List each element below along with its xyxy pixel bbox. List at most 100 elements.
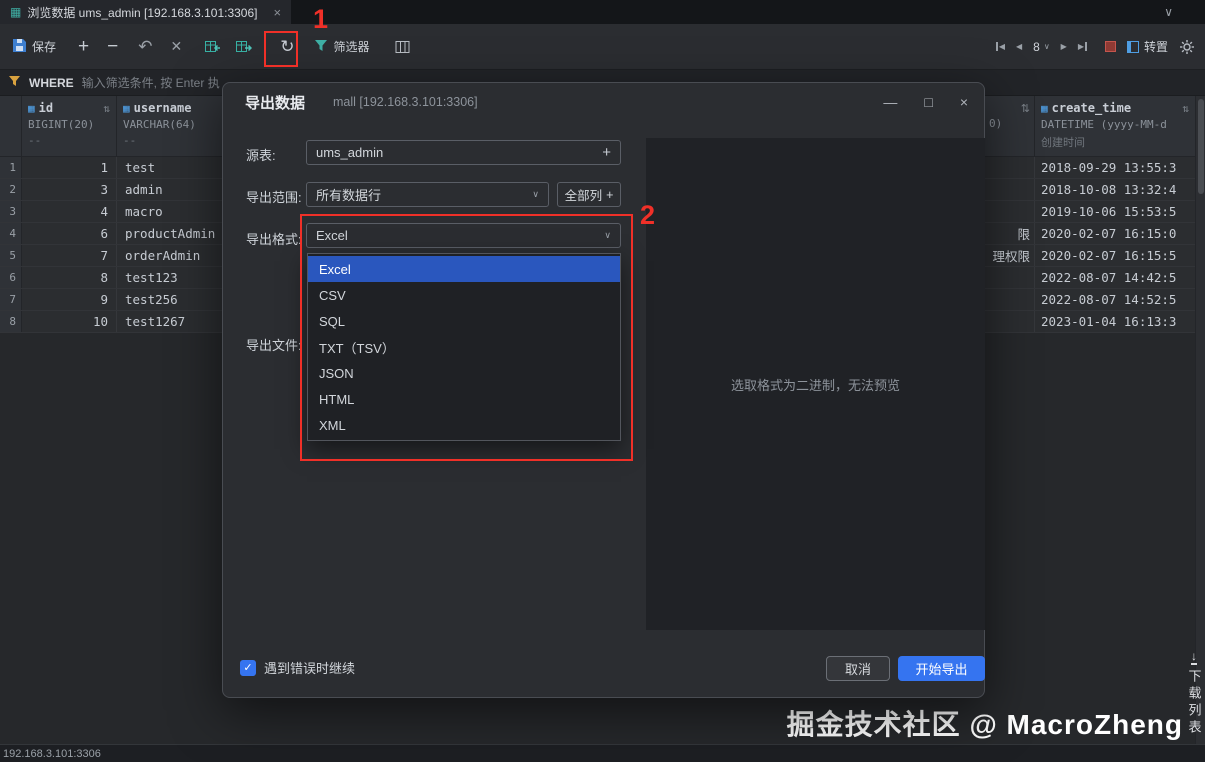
- column-comment: --: [28, 134, 42, 147]
- first-page-icon[interactable]: ◀: [995, 42, 1005, 51]
- where-funnel-icon: [8, 74, 21, 92]
- table-row[interactable]: 2022-08-07 14:52:5: [985, 289, 1195, 311]
- cell-clipped: [985, 289, 1035, 310]
- cell-id[interactable]: 4: [22, 201, 117, 222]
- cell-id[interactable]: 3: [22, 179, 117, 200]
- save-button[interactable]: 保存: [12, 38, 56, 56]
- where-input-placeholder[interactable]: 输入筛选条件, 按 Enter 执: [82, 74, 220, 91]
- dialog-subtitle: mall [192.168.3.101:3306]: [333, 95, 478, 109]
- tab-title: 浏览数据 ums_admin [192.168.3.101:3306]: [27, 5, 258, 20]
- download-icon: ↓: [1191, 649, 1197, 665]
- import-icon[interactable]: [204, 39, 221, 55]
- export-range-value: 所有数据行: [316, 188, 382, 203]
- cell-create-time[interactable]: 2022-08-07 14:42:5: [1035, 267, 1195, 288]
- table-row[interactable]: 2018-09-29 13:55:3: [985, 157, 1195, 179]
- manage-columns-icon[interactable]: [395, 40, 411, 54]
- table-row[interactable]: 限 2020-02-07 16:15:0: [985, 223, 1195, 245]
- dialog-title: 导出数据: [245, 94, 306, 112]
- row-number: 7: [0, 289, 22, 310]
- status-bar: 192.168.3.101:3306: [0, 744, 1205, 762]
- column-header-create-time[interactable]: ▦ create_time ⇅ DATETIME (yyyy-MM-d 创建时间: [1035, 96, 1195, 156]
- export-range-label: 导出范围:: [246, 190, 302, 205]
- continue-on-error-checkbox[interactable]: ✓ 遇到错误时继续: [240, 658, 355, 677]
- settings-gear-icon[interactable]: [1179, 39, 1195, 55]
- last-page-icon[interactable]: ▶: [1078, 42, 1088, 51]
- download-list-tab[interactable]: ↓ 下载列表: [1185, 650, 1203, 737]
- checkbox-checked-icon[interactable]: ✓: [240, 659, 256, 676]
- cell-create-time[interactable]: 2020-02-07 16:15:0: [1035, 223, 1195, 244]
- next-page-icon[interactable]: ▶: [1061, 42, 1067, 51]
- close-icon[interactable]: ×: [960, 94, 968, 110]
- cell-id[interactable]: 8: [22, 267, 117, 288]
- cancel-button[interactable]: 取消: [826, 656, 890, 681]
- maximize-icon[interactable]: □: [924, 94, 932, 110]
- cell-create-time[interactable]: 2022-08-07 14:52:5: [1035, 289, 1195, 310]
- prev-page-icon[interactable]: ◀: [1016, 42, 1022, 51]
- cell-id[interactable]: 1: [22, 157, 117, 178]
- cell-id[interactable]: 9: [22, 289, 117, 310]
- filter-button[interactable]: 筛选器: [314, 38, 369, 55]
- export-range-dropdown[interactable]: 所有数据行 ∨: [306, 182, 549, 207]
- cell-clipped: [985, 179, 1035, 200]
- row-number: 5: [0, 245, 22, 266]
- cell-create-time[interactable]: 2020-02-07 16:15:5: [1035, 245, 1195, 266]
- cell-id[interactable]: 10: [22, 311, 117, 332]
- tab-bar: ▦ 浏览数据 ums_admin [192.168.3.101:3306] × …: [0, 0, 1205, 24]
- row-number: 3: [0, 201, 22, 222]
- column-name: id: [38, 101, 54, 115]
- tab-browse-data[interactable]: ▦ 浏览数据 ums_admin [192.168.3.101:3306] ×: [0, 0, 292, 24]
- cell-create-time[interactable]: 2018-10-08 13:32:4: [1035, 179, 1195, 200]
- dialog-title-bar[interactable]: 导出数据 mall [192.168.3.101:3306] — □ ×: [223, 83, 984, 121]
- vertical-scrollbar[interactable]: [1195, 96, 1205, 744]
- column-header-id[interactable]: ▦ id ⇅ BIGINT(20) --: [22, 96, 117, 157]
- column-type: DATETIME (yyyy-MM-d: [1041, 118, 1167, 131]
- filter-label: 筛选器: [333, 40, 370, 54]
- app-window: ▦ 浏览数据 ums_admin [192.168.3.101:3306] × …: [0, 0, 1205, 762]
- minimize-icon[interactable]: —: [883, 94, 897, 110]
- table-row[interactable]: 2019-10-06 15:53:5: [985, 201, 1195, 223]
- undo-icon[interactable]: ↶: [138, 37, 152, 57]
- preview-placeholder-text: 选取格式为二进制，无法预览: [730, 377, 900, 393]
- tab-close-icon[interactable]: ×: [273, 5, 281, 20]
- table-row[interactable]: 2023-01-04 16:13:3: [985, 311, 1195, 333]
- stop-icon[interactable]: [1104, 41, 1116, 52]
- cell-clipped: [985, 267, 1035, 288]
- cell-create-time[interactable]: 2018-09-29 13:55:3: [1035, 157, 1195, 178]
- source-table-label: 源表:: [246, 148, 276, 163]
- start-export-button[interactable]: 开始导出: [898, 656, 985, 681]
- annotation-box-format-dropdown: [300, 214, 633, 461]
- export-icon[interactable]: [235, 39, 253, 55]
- chevron-down-icon[interactable]: ∨: [1164, 5, 1173, 19]
- page-size-dropdown[interactable]: 8 ∨: [1033, 40, 1050, 54]
- sort-icon[interactable]: ⇅: [1021, 102, 1030, 115]
- continue-on-error-label: 遇到错误时继续: [264, 661, 356, 676]
- cell-create-time[interactable]: 2023-01-04 16:13:3: [1035, 311, 1195, 332]
- preview-panel: 选取格式为二进制，无法预览: [646, 138, 985, 630]
- transpose-icon: [1126, 40, 1139, 53]
- where-keyword: WHERE: [29, 75, 74, 90]
- row-number: 4: [0, 223, 22, 244]
- sort-icon[interactable]: ⇅: [1182, 102, 1189, 115]
- row-number: 8: [0, 311, 22, 332]
- add-record-icon[interactable]: +: [78, 36, 89, 58]
- delete-record-icon[interactable]: −: [107, 36, 118, 58]
- table-row[interactable]: 2018-10-08 13:32:4: [985, 179, 1195, 201]
- cell-clipped: [985, 157, 1035, 178]
- sort-icon[interactable]: ⇅: [103, 102, 110, 115]
- cell-create-time[interactable]: 2019-10-06 15:53:5: [1035, 201, 1195, 222]
- column-name: create_time: [1051, 101, 1132, 115]
- chevron-down-icon: ∨: [1043, 42, 1050, 51]
- table-row[interactable]: 理权限 2020-02-07 16:15:5: [985, 245, 1195, 267]
- column-header-clipped[interactable]: ⇅ 0): [985, 96, 1035, 156]
- discard-changes-icon[interactable]: ✕: [170, 38, 182, 55]
- table-row[interactable]: 2022-08-07 14:42:5: [985, 267, 1195, 289]
- cell-id[interactable]: 7: [22, 245, 117, 266]
- source-table-field[interactable]: ums_admin +: [306, 140, 621, 165]
- data-rows-right: 2018-09-29 13:55:3 2018-10-08 13:32:4 20…: [985, 157, 1195, 333]
- all-columns-button[interactable]: 全部列 +: [557, 182, 621, 207]
- add-table-icon[interactable]: +: [602, 144, 611, 161]
- cell-id[interactable]: 6: [22, 223, 117, 244]
- scrollbar-thumb[interactable]: [1198, 99, 1204, 194]
- transpose-button[interactable]: 转置: [1126, 38, 1168, 55]
- page-size-value: 8: [1033, 39, 1040, 54]
